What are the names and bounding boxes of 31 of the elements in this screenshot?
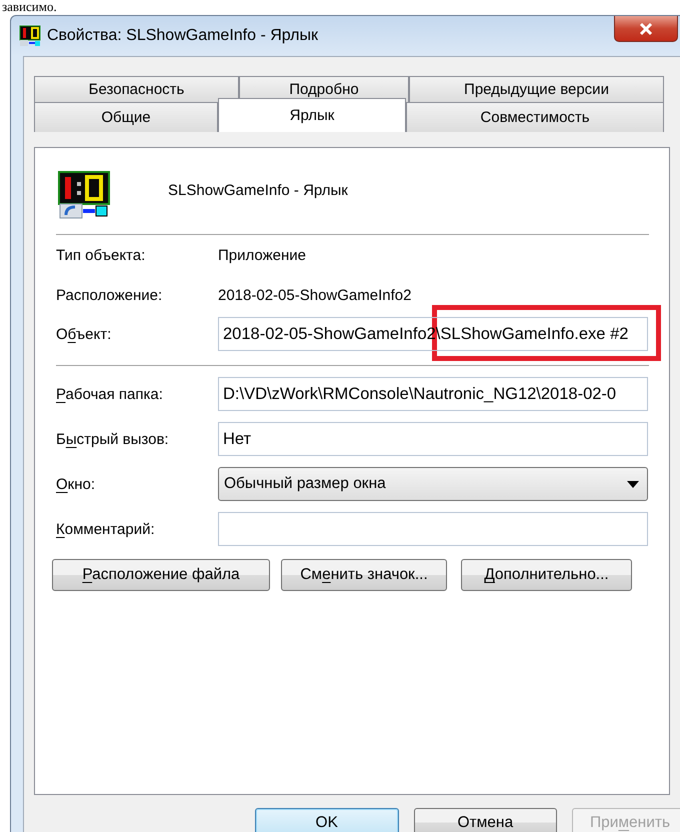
scoreboard-icon: [58, 171, 110, 219]
field-label: Объект:: [56, 326, 112, 342]
action-button[interactable]: Дополнительно...: [461, 559, 632, 591]
scoreboard-icon: [19, 25, 41, 47]
action-button[interactable]: Расположение файла: [52, 559, 270, 591]
field-label: Рабочая папка:: [56, 386, 164, 402]
document-text: зависимо.: [1, 0, 58, 14]
action-button[interactable]: Сменить значок...: [281, 559, 447, 591]
field-label: Быстрый вызов:: [56, 430, 170, 448]
tab[interactable]: Ярлык: [218, 98, 406, 132]
close-icon: [638, 22, 654, 36]
dialog-button[interactable]: OK: [255, 808, 399, 832]
field-label: Тип объекта:: [56, 246, 146, 264]
dialog-button[interactable]: Отмена: [414, 808, 558, 832]
shortcut-name: SLShowGameInfo - Ярлык: [168, 182, 348, 198]
close-button[interactable]: [614, 16, 678, 42]
tab[interactable]: Безопасность: [34, 76, 239, 102]
caret-icon: [627, 480, 639, 488]
field-label: Комментарий:: [56, 520, 156, 538]
tab[interactable]: Предыдущие версии: [409, 76, 664, 102]
input-field[interactable]: [218, 512, 648, 546]
tab[interactable]: Совместимость: [406, 102, 664, 132]
field-label: Расположение:: [56, 286, 164, 304]
field-label: Окно:: [56, 476, 96, 492]
field-value: 2018-02-05-ShowGameInfo2: [218, 286, 412, 304]
field-value: Приложение: [218, 246, 306, 264]
tab[interactable]: Общие: [34, 102, 218, 132]
dropdown[interactable]: Обычный размер окна: [218, 467, 648, 501]
input-field[interactable]: Нет: [218, 422, 648, 456]
window-title: Свойства: SLShowGameInfo - Ярлык: [47, 27, 318, 45]
input-field[interactable]: D:\VD\zWork\RMConsole\Nautronic_NG12\2018-02-0: [218, 377, 648, 411]
